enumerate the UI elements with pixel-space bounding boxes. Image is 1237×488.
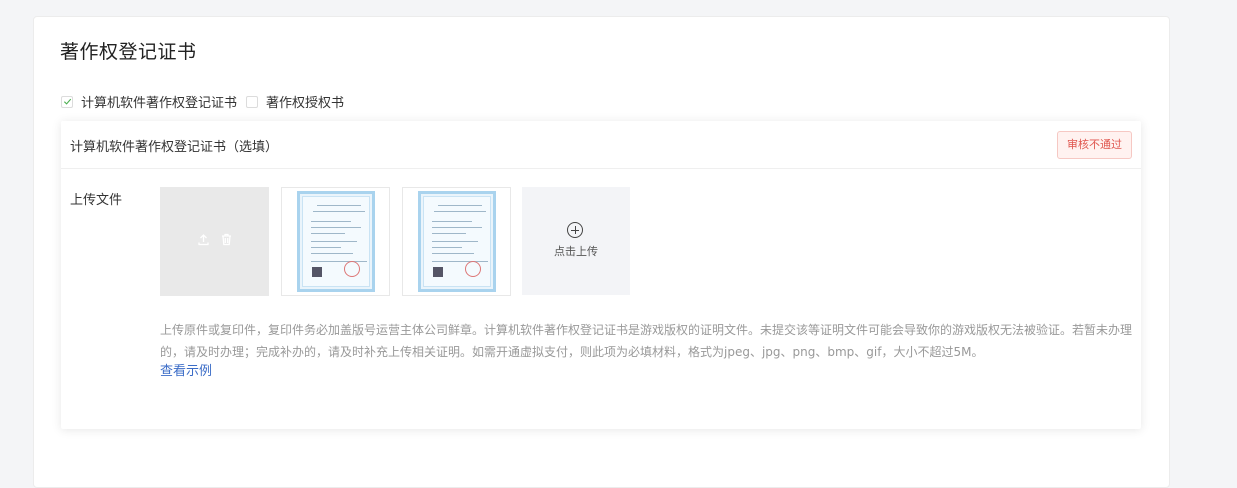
plus-circle-icon (567, 222, 583, 238)
upload-tile-disabled (160, 187, 269, 296)
checkbox-copyright-authorization[interactable]: 著作权授权书 (246, 92, 344, 111)
checkbox-checked[interactable] (61, 95, 73, 108)
checkbox-unchecked[interactable] (246, 95, 259, 108)
section-title: 著作权登记证书 (60, 41, 197, 63)
card-title: 计算机软件著作权登记证书（选填） (70, 140, 279, 155)
checkbox-label: 著作权授权书 (266, 96, 345, 111)
upload-card: 计算机软件著作权登记证书（选填） 审核不通过 上传文件 点击上传 上传原件或复印… (61, 121, 1141, 429)
status-badge: 审核不通过 (1057, 131, 1132, 159)
upload-help-text: 上传原件或复印件，复印件务必加盖版号运营主体公司鲜章。计算机软件著作权登记证书是… (160, 323, 1133, 359)
certificate-image (418, 191, 496, 292)
add-file-label: 点击上传 (554, 245, 598, 258)
upload-field-label: 上传文件 (70, 193, 123, 208)
add-file-button[interactable]: 点击上传 (522, 187, 630, 295)
certificate-image (297, 191, 375, 292)
check-icon (63, 98, 71, 105)
card-header: 计算机软件著作权登记证书（选填） 审核不通过 (61, 121, 1141, 169)
view-example-link[interactable]: 查看示例 (160, 360, 212, 379)
upload-icon[interactable] (197, 233, 210, 246)
uploaded-certificate-thumbnail[interactable] (402, 187, 511, 296)
trash-icon[interactable] (220, 233, 233, 246)
certificate-type-options: 计算机软件著作权登记证书 著作权授权书 (61, 92, 353, 111)
uploaded-certificate-thumbnail[interactable] (281, 187, 390, 296)
checkbox-label: 计算机软件著作权登记证书 (81, 96, 238, 111)
checkbox-software-copyright[interactable]: 计算机软件著作权登记证书 (61, 92, 237, 111)
